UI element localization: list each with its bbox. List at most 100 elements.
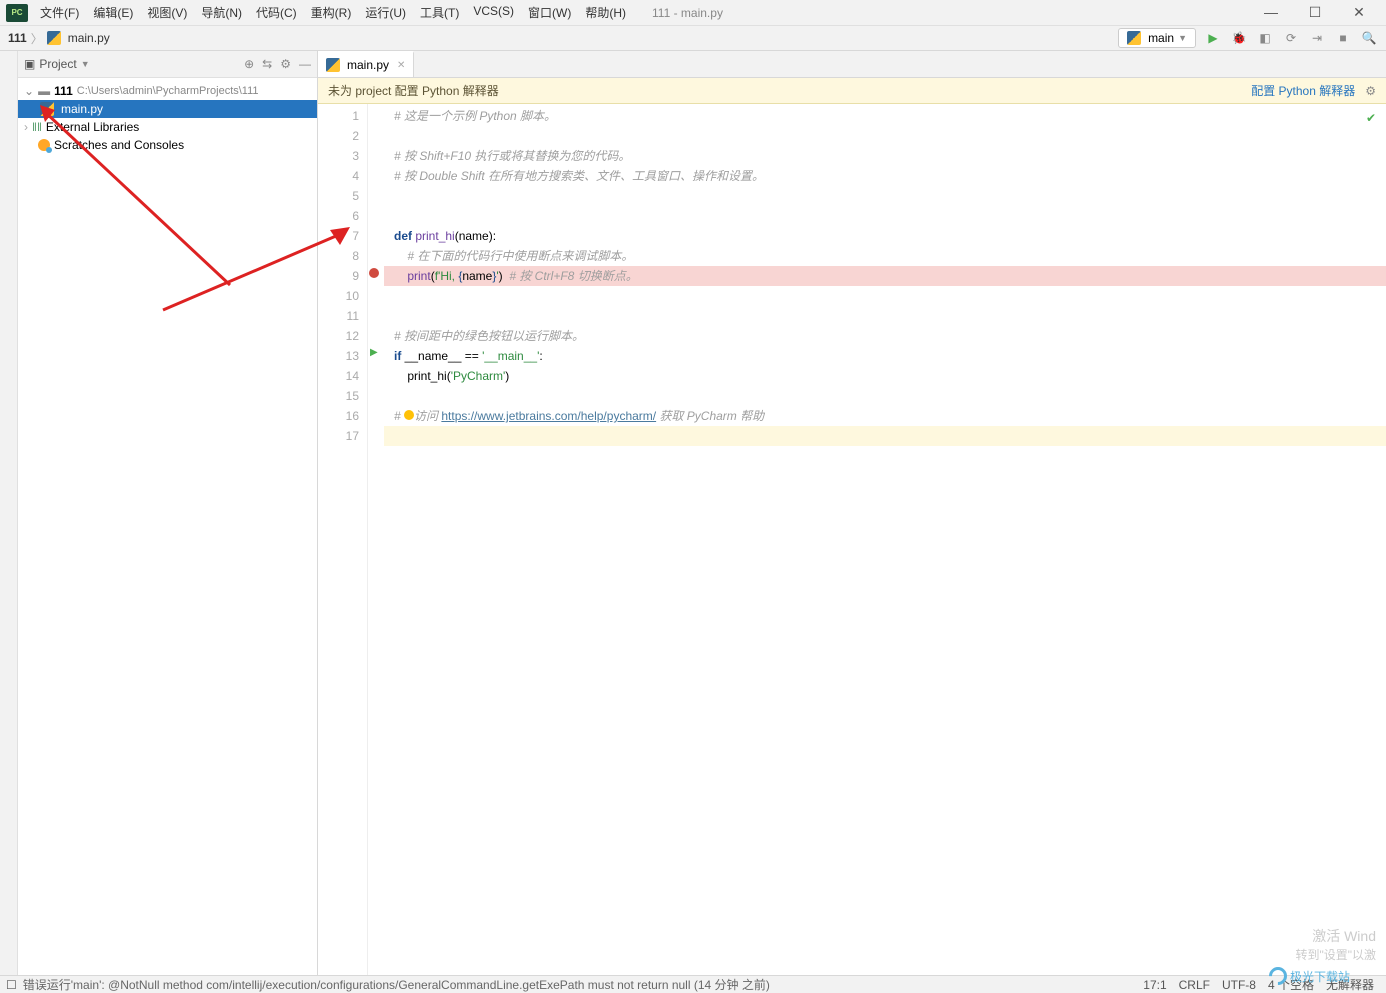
expand-icon[interactable]: ⇆ <box>262 57 272 71</box>
code-line: # 按 Shift+F10 执行或将其替换为您的代码。 <box>394 149 630 163</box>
tree-file-main[interactable]: main.py <box>18 100 317 118</box>
sidebar-title[interactable]: Project <box>39 57 76 71</box>
sidebar-header: ▣ Project ▼ ⊕ ⇆ ⚙ — <box>18 51 317 78</box>
watermark-line1: 激活 Wind <box>1295 926 1376 946</box>
code-line <box>394 286 1386 306</box>
code-line <box>394 206 1386 226</box>
tree-extlib-label: External Libraries <box>46 120 139 134</box>
statusbar-error[interactable]: 错误运行'main': @NotNull method com/intellij… <box>23 976 770 993</box>
python-icon <box>1127 31 1141 45</box>
editor-tab-main[interactable]: main.py ✕ <box>318 51 414 77</box>
chevron-down-icon[interactable]: ▼ <box>81 59 90 69</box>
breadcrumb-sep: 〉 <box>31 30 43 47</box>
menu-view[interactable]: 视图(V) <box>141 1 193 24</box>
window-title: 111 - main.py <box>632 6 1256 20</box>
chevron-right-icon: › <box>24 120 28 134</box>
code-line: if __name__ == '__main__': <box>394 346 1386 366</box>
minimize-button[interactable]: — <box>1256 4 1286 21</box>
tree-scratches-label: Scratches and Consoles <box>54 138 184 152</box>
breadcrumb-file[interactable]: main.py <box>68 31 110 45</box>
attach-button[interactable]: ⇥ <box>1308 29 1326 47</box>
tree-scratches[interactable]: Scratches and Consoles <box>18 136 317 154</box>
site-logo-icon <box>1265 963 1290 988</box>
menu-tools[interactable]: 工具(T) <box>414 1 465 24</box>
menu-code[interactable]: 代码(C) <box>250 1 303 24</box>
run-gutter-icon[interactable]: ▶ <box>370 347 378 358</box>
statusbar-separator[interactable]: CRLF <box>1179 978 1210 992</box>
statusbar-position[interactable]: 17:1 <box>1143 978 1166 992</box>
titlebar: PC 文件(F) 编辑(E) 视图(V) 导航(N) 代码(C) 重构(R) 运… <box>0 0 1386 26</box>
code-line-breakpoint: print(f'Hi, {name}') # 按 Ctrl+F8 切换断点。 <box>384 266 1386 286</box>
menu-refactor[interactable]: 重构(R) <box>305 1 358 24</box>
project-sidebar: ▣ Project ▼ ⊕ ⇆ ⚙ — ⌄ ▬ 111 C:\Users\adm… <box>0 51 318 975</box>
code-line: print_hi('PyCharm') <box>394 366 1386 386</box>
search-button[interactable]: 🔍 <box>1360 29 1378 47</box>
python-file-icon <box>40 102 54 116</box>
tab-label: main.py <box>347 58 389 72</box>
main-area: ▣ Project ▼ ⊕ ⇆ ⚙ — ⌄ ▬ 111 C:\Users\adm… <box>0 51 1386 975</box>
gear-icon[interactable]: ⚙ <box>1365 84 1376 98</box>
configure-interpreter-link[interactable]: 配置 Python 解释器 <box>1251 82 1355 99</box>
line-number-gutter[interactable]: 1234 5678 9101112 13141516 17 <box>318 104 368 975</box>
profile-button[interactable]: ⟳ <box>1282 29 1300 47</box>
maximize-button[interactable]: ☐ <box>1300 4 1330 21</box>
code-line: # 按 Double Shift 在所有地方搜索类、文件、工具窗口、操作和设置。 <box>394 169 764 183</box>
breakpoint-icon[interactable] <box>369 268 379 278</box>
toolbar-run-buttons: ▶ 🐞 ◧ ⟳ ⇥ ■ 🔍 <box>1204 29 1378 47</box>
coverage-button[interactable]: ◧ <box>1256 29 1274 47</box>
breadcrumb-project[interactable]: 111 <box>8 31 27 45</box>
menu-navigate[interactable]: 导航(N) <box>195 1 248 24</box>
target-icon[interactable]: ⊕ <box>244 57 254 71</box>
main-menu: 文件(F) 编辑(E) 视图(V) 导航(N) 代码(C) 重构(R) 运行(U… <box>34 1 632 24</box>
tree-external-libraries[interactable]: › ‖‖ External Libraries <box>18 118 317 136</box>
code-line: # 这是一个示例 Python 脚本。 <box>394 109 556 123</box>
tool-window-strip[interactable] <box>0 51 18 975</box>
help-url-link[interactable]: https://www.jetbrains.com/help/pycharm/ <box>441 409 656 423</box>
inspection-ok-icon[interactable]: ✔ <box>1366 108 1376 128</box>
stop-button[interactable]: ■ <box>1334 29 1352 47</box>
menu-help[interactable]: 帮助(H) <box>579 1 632 24</box>
close-tab-icon[interactable]: ✕ <box>397 60 405 71</box>
code-line: def print_hi(name): <box>394 226 1386 246</box>
close-button[interactable]: ✕ <box>1344 4 1374 21</box>
run-config-dropdown[interactable]: main ▼ <box>1118 28 1196 48</box>
statusbar-box-icon[interactable]: ☐ <box>6 978 17 992</box>
debug-button[interactable]: 🐞 <box>1230 29 1248 47</box>
scratches-icon <box>38 139 50 151</box>
gutter-marks[interactable]: ▶ <box>368 104 384 975</box>
watermark-line2: 转到"设置"以激 <box>1295 946 1376 963</box>
breadcrumb: 111 〉 main.py <box>8 30 110 47</box>
code-line: # 按间距中的绿色按钮以运行脚本。 <box>394 329 584 343</box>
code-line <box>394 126 1386 146</box>
status-bar: ☐ 错误运行'main': @NotNull method com/intell… <box>0 975 1386 993</box>
chevron-down-icon: ▼ <box>1178 33 1187 43</box>
menu-file[interactable]: 文件(F) <box>34 1 85 24</box>
menu-run[interactable]: 运行(U) <box>359 1 412 24</box>
folder-icon: ▬ <box>38 84 50 98</box>
statusbar-encoding[interactable]: UTF-8 <box>1222 978 1256 992</box>
menu-edit[interactable]: 编辑(E) <box>87 1 139 24</box>
warning-text: 未为 project 配置 Python 解释器 <box>328 82 499 99</box>
tree-root[interactable]: ⌄ ▬ 111 C:\Users\admin\PycharmProjects\1… <box>18 82 317 100</box>
hide-icon[interactable]: — <box>299 57 311 71</box>
project-tree: ⌄ ▬ 111 C:\Users\admin\PycharmProjects\1… <box>18 78 317 158</box>
code-line: # 在下面的代码行中使用断点来调试脚本。 <box>394 249 633 263</box>
code-line <box>394 186 1386 206</box>
code-editor[interactable]: 1234 5678 9101112 13141516 17 ▶ ✔ # 这是一个… <box>318 104 1386 975</box>
window-controls: — ☐ ✕ <box>1256 4 1386 21</box>
project-tool-icon: ▣ <box>24 57 35 71</box>
run-button[interactable]: ▶ <box>1204 29 1222 47</box>
site-watermark: 极光下载站 <box>1269 967 1350 985</box>
tree-file-label: main.py <box>61 102 103 116</box>
code-content[interactable]: ✔ # 这是一个示例 Python 脚本。 # 按 Shift+F10 执行或将… <box>384 104 1386 975</box>
menu-vcs[interactable]: VCS(S) <box>467 1 520 24</box>
bulb-icon[interactable] <box>404 410 414 420</box>
settings-icon[interactable]: ⚙ <box>280 57 291 71</box>
python-file-icon <box>47 31 61 45</box>
code-line <box>394 306 1386 326</box>
run-config-label: main <box>1148 31 1174 45</box>
windows-activation-watermark: 激活 Wind 转到"设置"以激 <box>1295 926 1376 963</box>
library-icon: ‖‖ <box>32 120 42 134</box>
app-logo: PC <box>6 4 28 22</box>
menu-window[interactable]: 窗口(W) <box>522 1 577 24</box>
